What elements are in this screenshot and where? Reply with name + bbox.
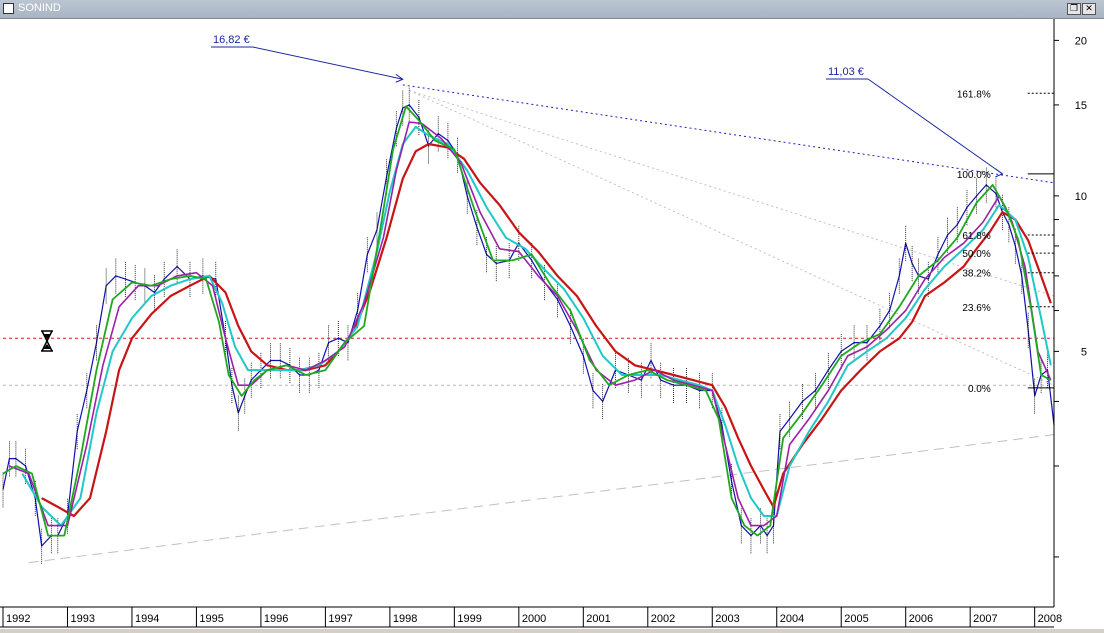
- y-tick-label: 20: [1075, 35, 1087, 47]
- annotation-layer: 16,82 € 11,03 €: [211, 34, 1004, 178]
- y-tick-label: 10: [1075, 191, 1087, 203]
- price-annotation-label: 11,03 €: [828, 66, 864, 78]
- moving-average-long-series: [41, 142, 1052, 518]
- fibonacci-level-label: 38.2%: [962, 269, 990, 280]
- annotation-pointer-line: [252, 46, 403, 80]
- window-icon[interactable]: [3, 3, 14, 14]
- annotation-arrowhead: [995, 168, 1004, 178]
- fibonacci-level-label: 100.0%: [957, 170, 991, 181]
- fibonacci-level-label: 161.8%: [957, 89, 991, 100]
- fan-line-line: [409, 89, 1055, 297]
- x-tick-label: 1996: [264, 613, 288, 625]
- x-tick-label: 2007: [973, 613, 997, 625]
- moving-average-mid-series: [9, 121, 1052, 527]
- x-tick-label: 1998: [393, 613, 417, 625]
- price-series: [2, 104, 1055, 547]
- axis-layer: 5 10 15 20 1992 1993 1994 1995 1996 1997 1998 1999 2…: [0, 19, 1087, 628]
- x-tick-label: 1994: [135, 613, 159, 625]
- x-tick-label: 1997: [328, 613, 352, 625]
- window-title: SONIND: [18, 2, 61, 14]
- fibonacci-level-label: 61.8%: [962, 231, 990, 242]
- fibonacci-level-label: 50.0%: [962, 249, 990, 260]
- x-tick-label: 1995: [199, 613, 223, 625]
- x-tick-label: 1999: [457, 613, 481, 625]
- restore-button[interactable]: ❐: [1067, 3, 1081, 15]
- chart-area[interactable]: 161.8% 100.0% 61.8% 50.0% 38.2% 23.6% 0.0% 16,…: [0, 19, 1104, 629]
- x-tick-label: 2002: [651, 613, 675, 625]
- x-tick-label: 1993: [70, 613, 94, 625]
- moving-average-fast-series: [2, 105, 1052, 537]
- y-tick-label: 5: [1081, 346, 1087, 358]
- y-tick-label: 15: [1075, 100, 1087, 112]
- chart-window: SONIND ❐ ✕ 161.8% 100.0% 61.8% 50.0% 38.2% 23…: [0, 0, 1104, 629]
- x-tick-label: 2003: [715, 613, 739, 625]
- title-bar: SONIND ❐ ✕: [0, 0, 1104, 19]
- x-tick-label: 2000: [522, 613, 546, 625]
- moving-average-slow-series: [21, 125, 1052, 527]
- lines-layer: [3, 84, 1055, 564]
- x-tick-label: 2004: [780, 613, 804, 625]
- series-layer: [2, 87, 1055, 565]
- price-annotation-label: 16,82 €: [213, 34, 250, 46]
- x-tick-label: 2005: [844, 613, 868, 625]
- close-button[interactable]: ✕: [1082, 3, 1096, 15]
- x-tick-label: 2001: [586, 613, 610, 625]
- hourglass-icon: [41, 330, 53, 352]
- x-tick-label: 1992: [6, 613, 30, 625]
- fibonacci-level-label: 23.6%: [962, 303, 990, 314]
- support-trendline-line: [28, 434, 1055, 564]
- fibonacci-level-label: 0.0%: [968, 384, 991, 395]
- x-tick-label: 2008: [1038, 613, 1062, 625]
- price-chart: 161.8% 100.0% 61.8% 50.0% 38.2% 23.6% 0.0% 16,…: [0, 19, 1087, 628]
- x-tick-label: 2006: [909, 613, 933, 625]
